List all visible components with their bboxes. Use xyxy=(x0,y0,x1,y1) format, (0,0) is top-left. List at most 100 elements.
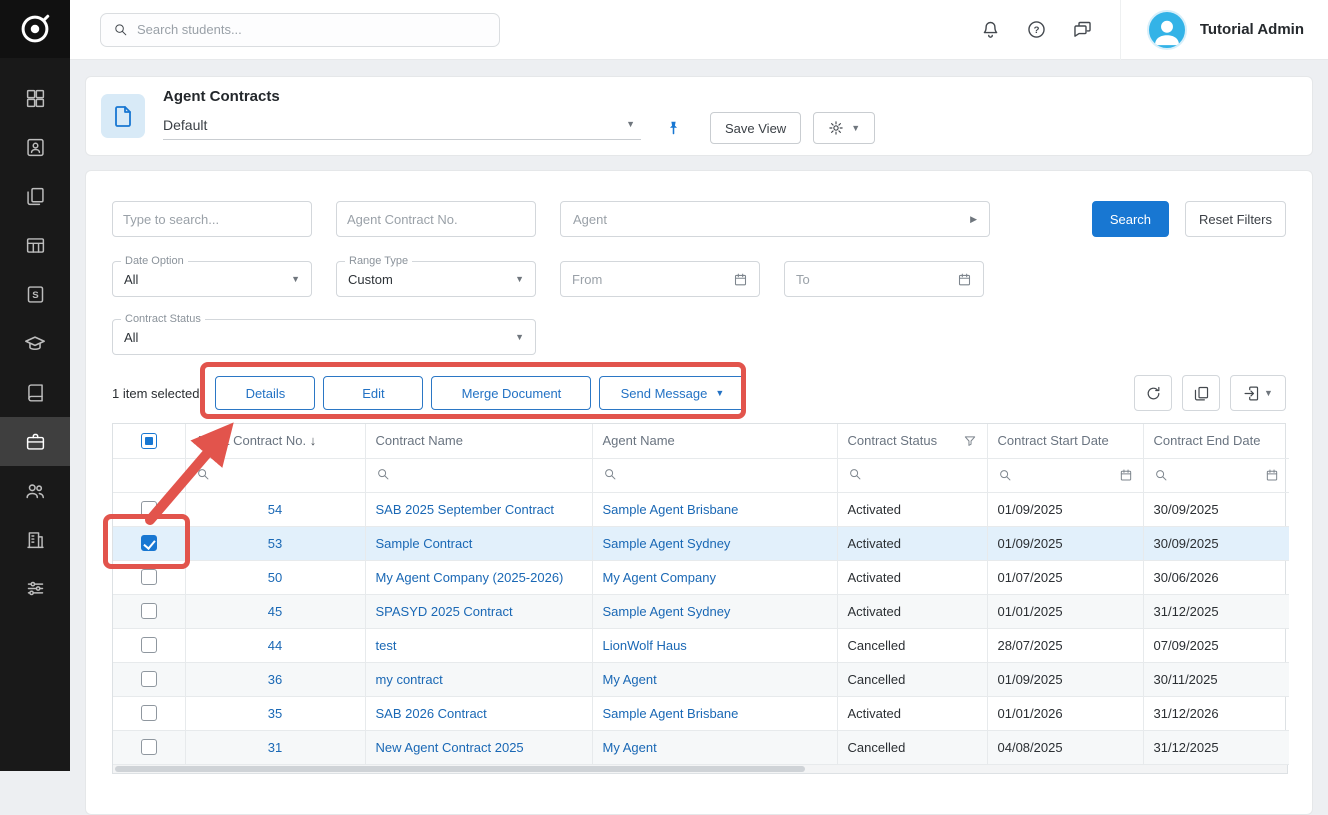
filter-cell-end-date[interactable] xyxy=(1143,458,1289,492)
sidebar-item-library[interactable] xyxy=(0,368,70,417)
table-row[interactable]: 45 SPASYD 2025 Contract Sample Agent Syd… xyxy=(113,594,1289,628)
contract-no-link[interactable]: 36 xyxy=(268,672,282,687)
agent-name-link[interactable]: My Agent Company xyxy=(603,570,716,585)
user-menu[interactable]: Tutorial Admin xyxy=(1120,0,1328,60)
header-contract-status[interactable]: Contract Status xyxy=(837,424,987,458)
select-all-checkbox[interactable] xyxy=(141,433,157,449)
sidebar-item-settings[interactable] xyxy=(0,564,70,613)
table-row[interactable]: 44 test LionWolf Haus Cancelled 28/07/20… xyxy=(113,628,1289,662)
contract-name-link[interactable]: my contract xyxy=(376,672,443,687)
merge-document-button[interactable]: Merge Document xyxy=(431,376,591,410)
sidebar-item-organisation[interactable] xyxy=(0,515,70,564)
send-message-button[interactable]: Send Message▼ xyxy=(599,376,745,410)
table-row[interactable]: 31 New Agent Contract 2025 My Agent Canc… xyxy=(113,730,1289,764)
table-icon xyxy=(25,235,46,256)
filter-cell-contract-no[interactable] xyxy=(185,458,365,492)
filter-cell-start-date[interactable] xyxy=(987,458,1143,492)
contract-name-link[interactable]: My Agent Company (2025-2026) xyxy=(376,570,564,585)
contract-status-select[interactable]: Contract Status All ▼ xyxy=(112,319,536,355)
messages-button[interactable] xyxy=(1060,9,1106,51)
contract-name-link[interactable]: New Agent Contract 2025 xyxy=(376,740,524,755)
filter-cell-contract-name[interactable] xyxy=(365,458,592,492)
table-row-selected[interactable]: 53 Sample Contract Sample Agent Sydney A… xyxy=(113,526,1289,560)
sidebar-item-documents[interactable] xyxy=(0,172,70,221)
contract-name-link[interactable]: SPASYD 2025 Contract xyxy=(376,604,513,619)
invoice-icon: S xyxy=(25,284,46,305)
filter-cell-agent-name[interactable] xyxy=(592,458,837,492)
sidebar-item-invoices[interactable]: S xyxy=(0,270,70,319)
contract-no-link[interactable]: 54 xyxy=(268,502,282,517)
view-settings-button[interactable]: ▼ xyxy=(813,112,875,144)
search-input[interactable] xyxy=(137,22,487,37)
agent-name-link[interactable]: Sample Agent Sydney xyxy=(603,604,731,619)
row-checkbox[interactable] xyxy=(141,569,157,585)
select-all-header[interactable] xyxy=(113,424,185,458)
header-agent-name[interactable]: Agent Name xyxy=(592,424,837,458)
header-start-date[interactable]: Contract Start Date xyxy=(987,424,1143,458)
chevron-down-icon: ▼ xyxy=(851,124,860,133)
calendar-icon[interactable] xyxy=(1119,468,1133,482)
contract-name-link[interactable]: test xyxy=(376,638,397,653)
sidebar-item-dashboard[interactable] xyxy=(0,74,70,123)
pin-view-button[interactable] xyxy=(665,120,682,137)
view-select[interactable]: Default ▼ xyxy=(163,117,641,140)
row-checkbox[interactable] xyxy=(141,739,157,755)
sidebar-item-courses[interactable] xyxy=(0,319,70,368)
table-row[interactable]: 35 SAB 2026 Contract Sample Agent Brisba… xyxy=(113,696,1289,730)
header-contract-name[interactable]: Contract Name xyxy=(365,424,592,458)
calendar-icon[interactable] xyxy=(1265,468,1279,482)
keyword-filter-input[interactable] xyxy=(112,201,312,237)
row-checkbox[interactable] xyxy=(141,637,157,653)
sidebar-item-contacts[interactable] xyxy=(0,123,70,172)
filter-cell-status[interactable] xyxy=(837,458,987,492)
reset-filters-button[interactable]: Reset Filters xyxy=(1185,201,1286,237)
header-contract-no[interactable]: Agent Contract No. ↓ xyxy=(185,424,365,458)
range-type-select[interactable]: Range Type Custom ▼ xyxy=(336,261,536,297)
row-checkbox[interactable] xyxy=(141,705,157,721)
contract-no-link[interactable]: 45 xyxy=(268,604,282,619)
copy-button[interactable] xyxy=(1182,375,1220,411)
table-row[interactable]: 36 my contract My Agent Cancelled 01/09/… xyxy=(113,662,1289,696)
search-button[interactable]: Search xyxy=(1092,201,1169,237)
contract-name-link[interactable]: SAB 2025 September Contract xyxy=(376,502,555,517)
notifications-button[interactable] xyxy=(968,9,1014,51)
export-button[interactable]: ▼ xyxy=(1230,375,1286,411)
header-end-date[interactable]: Contract End Date xyxy=(1143,424,1289,458)
contract-no-link[interactable]: 35 xyxy=(268,706,282,721)
sidebar-item-staff[interactable] xyxy=(0,466,70,515)
contract-no-link[interactable]: 44 xyxy=(268,638,282,653)
agent-name-link[interactable]: My Agent xyxy=(603,672,657,687)
agent-name-link[interactable]: LionWolf Haus xyxy=(603,638,687,653)
agent-name-link[interactable]: Sample Agent Sydney xyxy=(603,536,731,551)
contract-no-link[interactable]: 31 xyxy=(268,740,282,755)
date-option-select[interactable]: Date Option All ▼ xyxy=(112,261,312,297)
agent-name-link[interactable]: Sample Agent Brisbane xyxy=(603,706,739,721)
contract-name-link[interactable]: SAB 2026 Contract xyxy=(376,706,487,721)
global-search[interactable] xyxy=(100,13,500,47)
details-button[interactable]: Details xyxy=(215,376,315,410)
contract-no-filter-input[interactable] xyxy=(336,201,536,237)
help-button[interactable]: ? xyxy=(1014,9,1060,51)
agent-filter-combo[interactable]: Agent ▶ xyxy=(560,201,990,237)
contract-name-link[interactable]: Sample Contract xyxy=(376,536,473,551)
row-checkbox[interactable] xyxy=(141,501,157,517)
table-row[interactable]: 54 SAB 2025 September Contract Sample Ag… xyxy=(113,492,1289,526)
contract-no-link[interactable]: 53 xyxy=(268,536,282,551)
agent-name-link[interactable]: My Agent xyxy=(603,740,657,755)
row-checkbox[interactable] xyxy=(141,535,157,551)
app-logo[interactable] xyxy=(0,0,70,58)
horizontal-scrollbar[interactable] xyxy=(112,765,1288,774)
row-checkbox[interactable] xyxy=(141,671,157,687)
refresh-button[interactable] xyxy=(1134,375,1172,411)
table-row[interactable]: 50 My Agent Company (2025-2026) My Agent… xyxy=(113,560,1289,594)
sidebar-item-agents[interactable] xyxy=(0,417,70,466)
filter-funnel-icon[interactable] xyxy=(963,434,977,448)
from-date-input[interactable]: From xyxy=(560,261,760,297)
save-view-button[interactable]: Save View xyxy=(710,112,801,144)
edit-button[interactable]: Edit xyxy=(323,376,423,410)
sidebar-item-reports[interactable] xyxy=(0,221,70,270)
to-date-input[interactable]: To xyxy=(784,261,984,297)
agent-name-link[interactable]: Sample Agent Brisbane xyxy=(603,502,739,517)
row-checkbox[interactable] xyxy=(141,603,157,619)
contract-no-link[interactable]: 50 xyxy=(268,570,282,585)
